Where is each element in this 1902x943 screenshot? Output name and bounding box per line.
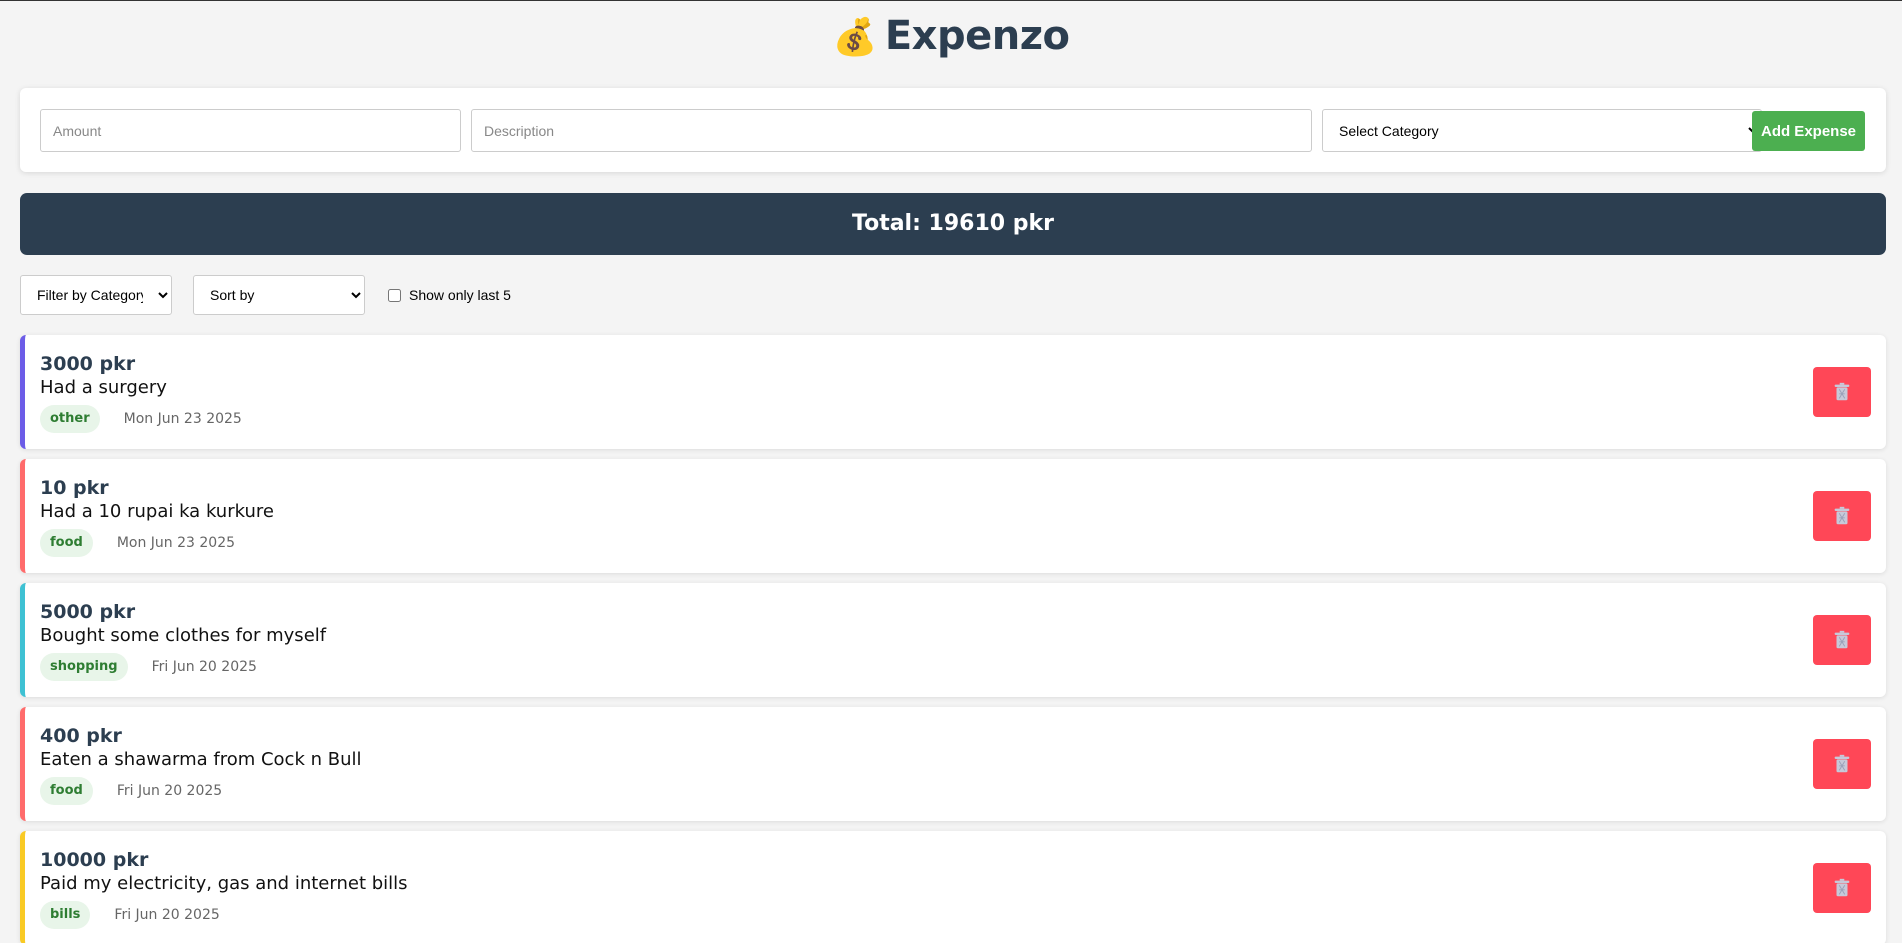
expense-meta: other Mon Jun 23 2025 (40, 405, 242, 433)
show-last-5-label: Show only last 5 (409, 287, 511, 303)
amount-input[interactable] (40, 109, 461, 152)
total-banner: Total: 19610 pkr (20, 193, 1886, 255)
trash-icon (1834, 630, 1850, 649)
total-text: Total: 19610 pkr (852, 211, 1054, 236)
expense-amount: 5000 pkr (40, 601, 136, 623)
app-title-text: Expenzo (884, 13, 1070, 59)
expense-amount: 10000 pkr (40, 849, 149, 871)
expense-date: Fri Jun 20 2025 (116, 783, 223, 799)
delete-button[interactable] (1813, 615, 1871, 665)
expense-item: 3000 pkr Had a surgery other Mon Jun 23 … (20, 335, 1886, 449)
add-expense-button[interactable]: Add Expense (1752, 111, 1865, 151)
expense-list: 3000 pkr Had a surgery other Mon Jun 23 … (20, 335, 1886, 943)
show-last-5-checkbox[interactable] (388, 288, 401, 302)
description-input[interactable] (471, 109, 1312, 152)
expense-description: Had a 10 rupai ka kurkure (40, 501, 274, 522)
trash-icon (1834, 878, 1850, 897)
expense-description: Had a surgery (40, 377, 167, 398)
expense-item: 5000 pkr Bought some clothes for myself … (20, 583, 1886, 697)
trash-icon (1834, 382, 1850, 401)
expense-description: Bought some clothes for myself (40, 625, 327, 646)
expense-amount: 400 pkr (40, 725, 122, 747)
expense-item: 10 pkr Had a 10 rupai ka kurkure food Mo… (20, 459, 1886, 573)
expense-date: Fri Jun 20 2025 (114, 907, 220, 923)
category-badge: food (40, 529, 93, 557)
expense-item: 400 pkr Eaten a shawarma from Cock n Bul… (20, 707, 1886, 821)
trash-icon (1834, 506, 1850, 525)
app-title: 💰 Expenzo (0, 11, 1902, 61)
expense-meta: food Fri Jun 20 2025 (40, 777, 222, 805)
category-badge: bills (40, 901, 91, 929)
expense-amount: 10 pkr (40, 477, 109, 499)
delete-button[interactable] (1813, 367, 1871, 417)
expense-meta: food Mon Jun 23 2025 (40, 529, 235, 557)
show-last-5-toggle[interactable]: Show only last 5 (388, 285, 511, 305)
add-expense-form: Select Category Add Expense (20, 88, 1886, 172)
expense-description: Paid my electricity, gas and internet bi… (40, 873, 408, 894)
delete-button[interactable] (1813, 739, 1871, 789)
expense-amount: 3000 pkr (40, 353, 136, 375)
expense-date: Fri Jun 20 2025 (151, 659, 257, 675)
expense-meta: shopping Fri Jun 20 2025 (40, 653, 257, 681)
trash-icon (1834, 754, 1850, 773)
expense-item: 10000 pkr Paid my electricity, gas and i… (20, 831, 1886, 943)
expense-description: Eaten a shawarma from Cock n Bull (40, 749, 362, 770)
delete-button[interactable] (1813, 863, 1871, 913)
expense-date: Mon Jun 23 2025 (123, 411, 242, 427)
money-bag-icon: 💰 (832, 17, 878, 58)
expense-date: Mon Jun 23 2025 (116, 535, 236, 551)
category-select[interactable]: Select Category (1322, 109, 1762, 152)
expense-meta: bills Fri Jun 20 2025 (40, 901, 220, 929)
category-badge: shopping (40, 653, 128, 681)
filter-category-select[interactable]: Filter by Category (20, 275, 172, 315)
category-badge: food (40, 777, 93, 805)
category-badge: other (40, 405, 100, 433)
delete-button[interactable] (1813, 491, 1871, 541)
sort-select[interactable]: Sort by (193, 275, 365, 315)
